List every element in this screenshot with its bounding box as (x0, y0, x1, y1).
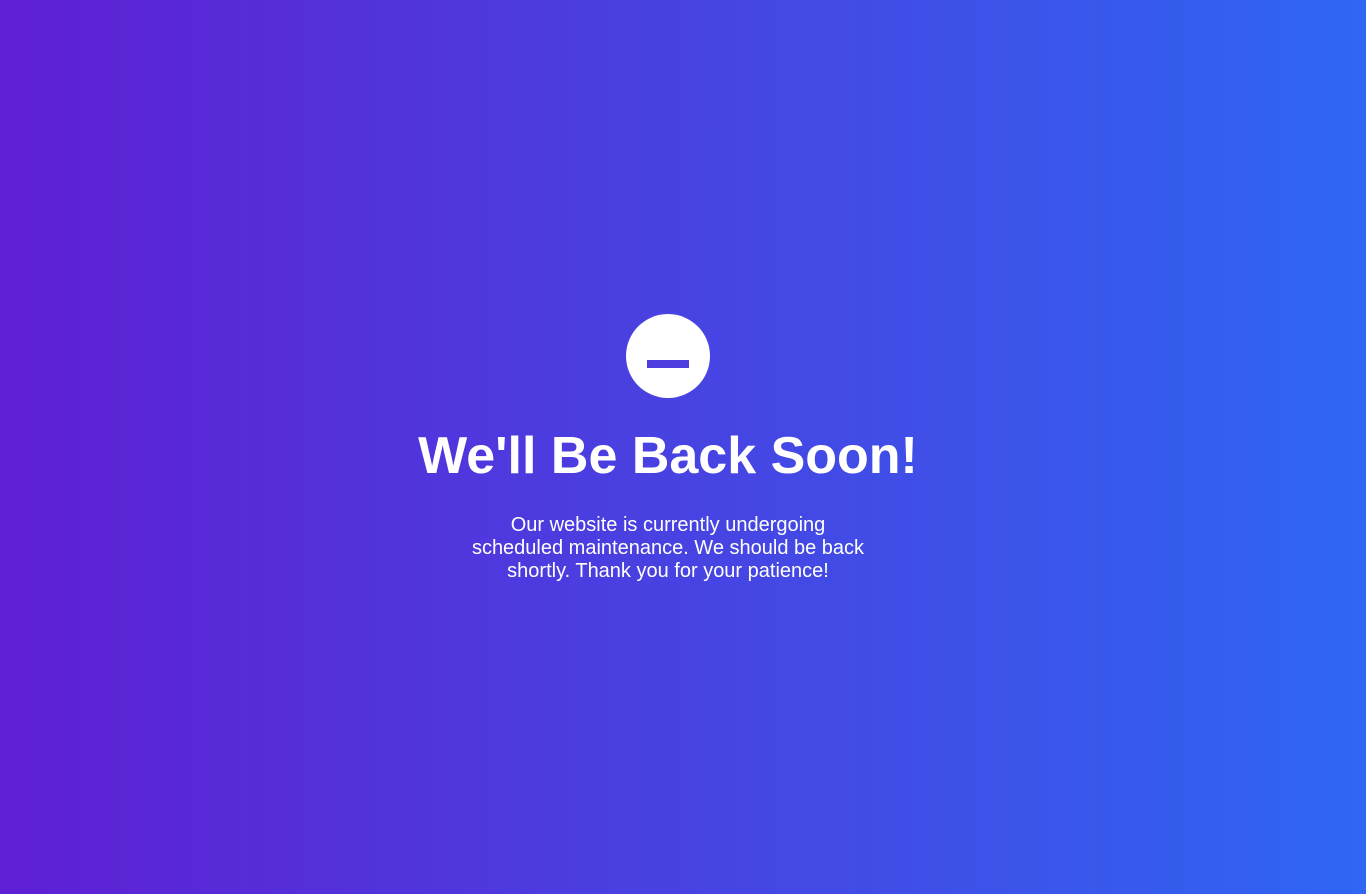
maintenance-page: We'll Be Back Soon! Our website is curre… (0, 0, 1366, 894)
maintenance-message: Our website is currently undergoing sche… (471, 514, 865, 582)
minus-circle-icon (626, 314, 710, 398)
minus-bar (647, 360, 689, 368)
page-title: We'll Be Back Soon! (418, 427, 918, 485)
